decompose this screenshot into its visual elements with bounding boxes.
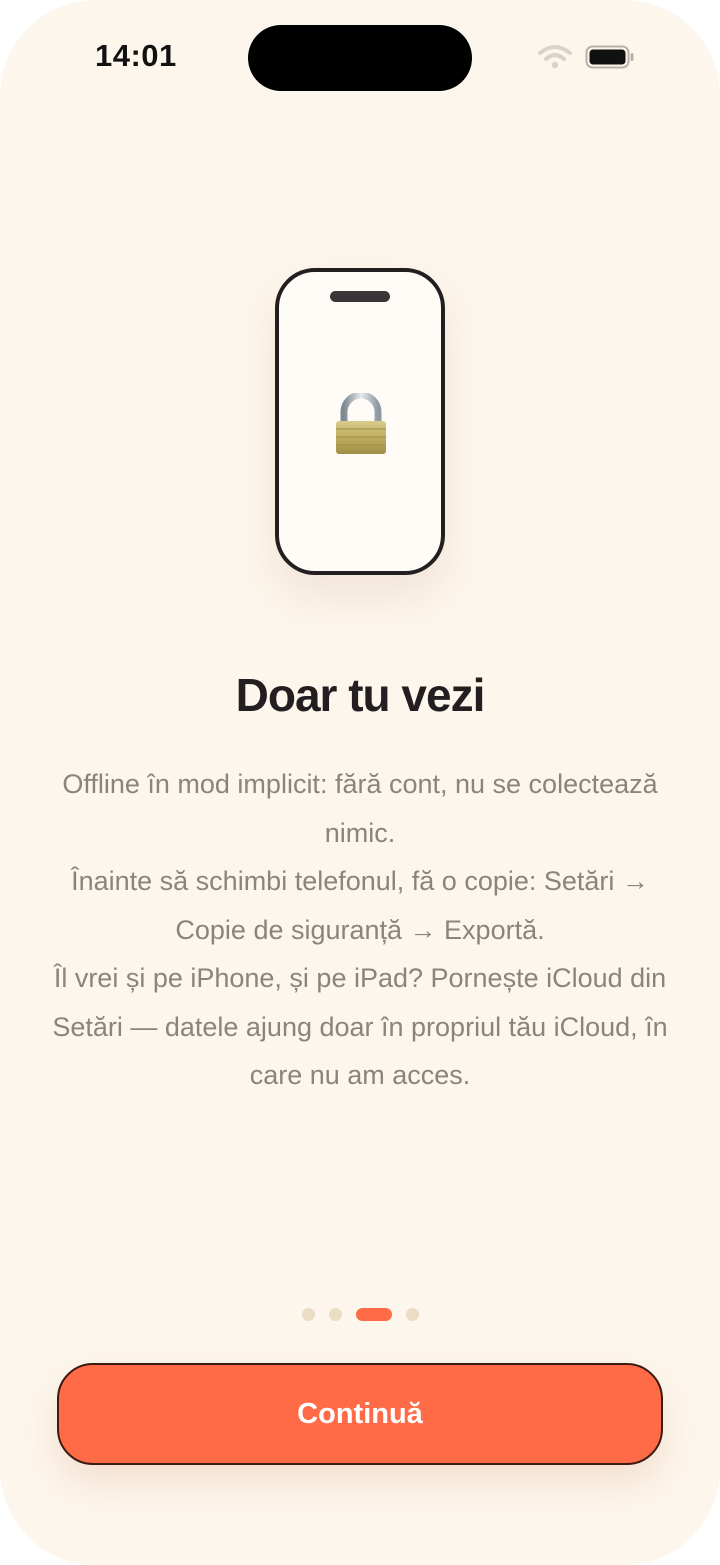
onboarding-description: Offline în mod implicit: fără cont, nu s… bbox=[50, 760, 670, 1100]
lock-icon bbox=[336, 393, 386, 454]
continue-button[interactable]: Continuă bbox=[57, 1363, 663, 1465]
battery-icon bbox=[585, 45, 634, 69]
page-dot-active[interactable] bbox=[355, 1307, 392, 1321]
dynamic-island bbox=[248, 25, 472, 91]
phone-speaker bbox=[330, 291, 390, 302]
wifi-icon bbox=[538, 45, 572, 69]
description-paragraph: Offline în mod implicit: fără cont, nu s… bbox=[62, 769, 658, 848]
onboarding-screen: 14:01 Doar tu vezi Offline în mod implic… bbox=[0, 0, 720, 1565]
page-dot[interactable] bbox=[405, 1307, 419, 1321]
status-time: 14:01 bbox=[95, 38, 177, 73]
description-paragraph: Îl vrei și pe iPhone, și pe iPad? Porneș… bbox=[52, 963, 668, 1090]
description-paragraph: Înainte să schimbi telefonul, fă o copie… bbox=[71, 866, 649, 945]
onboarding-title: Doar tu vezi bbox=[235, 669, 486, 721]
phone-illustration bbox=[275, 268, 445, 575]
page-dot[interactable] bbox=[328, 1307, 342, 1321]
page-indicator bbox=[0, 1306, 720, 1322]
page-dot[interactable] bbox=[301, 1307, 315, 1321]
